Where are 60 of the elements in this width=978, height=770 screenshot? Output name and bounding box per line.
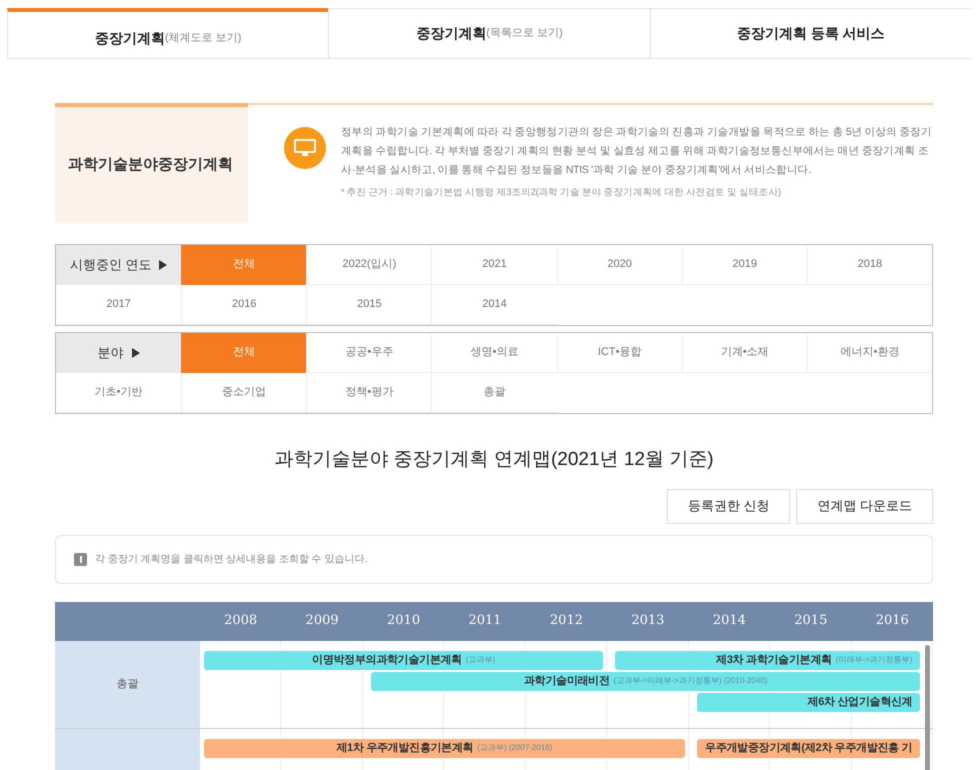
year-label: 2011	[467, 612, 503, 630]
play-icon	[132, 348, 140, 358]
plan-note: (교과부)	[466, 654, 496, 666]
plan-note: (교과부) (2007-2016)	[477, 742, 552, 754]
filter-option[interactable]: 2014	[431, 285, 557, 325]
filter-option[interactable]: 중소기업	[181, 373, 306, 413]
year-label: 2015	[793, 612, 828, 630]
filter-option[interactable]: 공공•우주	[306, 333, 432, 373]
plan-name: 과학기술미래비전	[524, 674, 610, 689]
filter-option[interactable]: ICT•융합	[556, 333, 682, 373]
notice-text: 각 중장기 계획명을 클릭하면 상세내용을 조회할 수 있습니다.	[95, 552, 368, 566]
filter-option[interactable]: 총괄	[431, 373, 557, 413]
filter-option[interactable]: 2019	[682, 245, 807, 285]
map-title: 과학기술분야 중장기계획 연계맵(2021년 12월 기준)	[273, 448, 715, 472]
warning-icon	[74, 552, 87, 566]
plan-bar[interactable]: 과학기술미래비전 (교과부->미래부->과기정통부) (2010-2040)	[370, 672, 920, 690]
tab[interactable]: 중장기계획(체계도로 보기)	[7, 8, 328, 58]
filter-option[interactable]: 전체	[181, 245, 306, 285]
plan-name: 우주개발중장기계획(제2차 우주개발진흥 기	[705, 740, 912, 756]
action-button[interactable]: 연계맵 다운로드	[796, 488, 933, 524]
plan-bar[interactable]: 이명박정부의과학기술기본계획 (교과부)	[204, 650, 604, 670]
filter-option[interactable]: 생명•의료	[431, 333, 557, 373]
plan-name: 제1차 우주개발진흥기본계획	[336, 740, 474, 756]
intro-title: 과학기술분야중장기계획	[68, 154, 233, 175]
year-label: 2010	[386, 612, 422, 630]
filter-option[interactable]: 2016	[181, 285, 306, 325]
tab[interactable]: 중장기계획 등록 서비스	[650, 8, 971, 58]
plan-name: 제6차 산업기술혁신계	[808, 694, 912, 710]
filter-option[interactable]: 2015	[306, 285, 432, 325]
plan-bar[interactable]: 제1차 우주개발진흥기본계획 (교과부) (2007-2016)	[204, 738, 685, 758]
plan-bar[interactable]: 우주개발중장기계획(제2차 우주개발진흥 기	[696, 738, 920, 758]
plan-note: (교과부->미래부->과기정통부) (2010-2040)	[614, 675, 768, 687]
filter-label: 분야	[56, 333, 182, 373]
year-label: 2008	[223, 612, 258, 630]
filter-option[interactable]: 2018	[806, 245, 932, 285]
filter-option[interactable]: 2020	[556, 245, 682, 285]
year-label: 2013	[630, 612, 666, 630]
plan-bar[interactable]: 제3차 과학기술기본계획 (미래부->과기정통부)	[615, 650, 920, 670]
year-label: 2014	[712, 612, 747, 630]
monitor-icon	[284, 127, 326, 169]
year-label: 2009	[304, 612, 340, 630]
filter-option[interactable]: 전체	[181, 333, 306, 373]
plan-note: (미래부->과기정통부)	[836, 654, 912, 666]
filter-option[interactable]: 에너지•환경	[806, 333, 932, 373]
filter-option[interactable]: 기계•소재	[682, 333, 807, 373]
row-label: 총괄	[116, 676, 138, 692]
intro-text: 정부의 과학기술 기본계획에 따라 각 중앙행정기관의 장은 과학기술의 진흥과 기술개발을 목적으로 하는 총 5년 이상의 중장기 계획을 수립합니다. 각 부처별 중장기 계획의 현황 분석 및 실효성 제고를 위해 과학기술정보통신부에서는 매년 중장기계획 조사·분석을 실시하고, 이를 통해 수집된 정보들을 NTIS '과학 기술 분야 중장기계획'에서 서비스합니다.	[341, 125, 932, 178]
tab[interactable]: 중장기계획(목록으로 보기)	[328, 8, 650, 58]
year-label: 2016	[874, 612, 910, 630]
filter-option[interactable]: 2021	[431, 245, 557, 285]
year-label: 2012	[548, 612, 584, 630]
action-button[interactable]: 등록권한 신청	[666, 488, 790, 524]
plan-bar[interactable]: 제6차 산업기술혁신계	[696, 692, 920, 712]
plan-name: 이명박정부의과학기술기본계획	[312, 652, 462, 668]
filter-option[interactable]: 2022(입시)	[306, 245, 432, 285]
intro-note: * 추진 근거 : 과학기술기본법 시행령 제3조의2(과학 기술 분야 중장기계획에 대한 사전검토 및 실태조사)	[341, 186, 782, 200]
plan-name: 제3차 과학기술기본계획	[716, 652, 832, 668]
play-icon	[159, 260, 168, 270]
filter-option[interactable]: 정책•평가	[306, 373, 432, 413]
filter-label: 시행중인 연도	[56, 245, 182, 285]
